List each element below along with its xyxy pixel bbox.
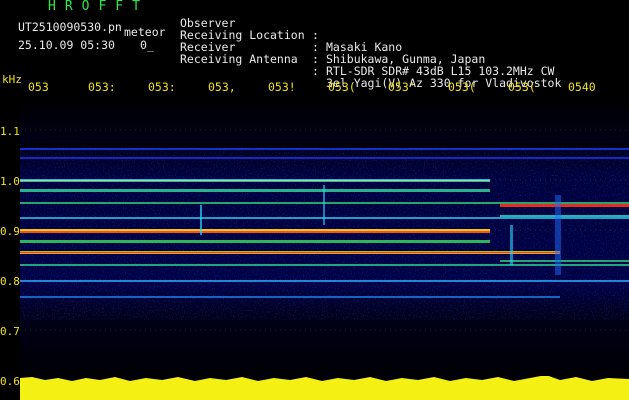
datetime-label: 25.10.09 05:30	[18, 38, 115, 52]
time-tick-label: 053(	[328, 80, 356, 94]
meteor-echo	[555, 195, 561, 275]
time-tick-label: 053,	[208, 80, 236, 94]
carrier-trace	[20, 231, 490, 233]
dark-band	[20, 143, 629, 147]
carrier-trace	[20, 148, 629, 150]
signal-strength-bar	[20, 375, 629, 400]
carrier-trace	[20, 252, 560, 253]
time-tick-label: 053(	[448, 80, 476, 94]
time-tick-label: 053!	[268, 80, 296, 94]
frequency-tick-label: 0.8	[0, 275, 20, 288]
meteor-echo	[200, 205, 202, 235]
meteor-echo	[510, 225, 513, 265]
filename-label: UT2510090530.pn	[18, 20, 122, 34]
time-tick-label: 0540	[568, 80, 596, 94]
noise-floor	[20, 150, 629, 320]
frequency-tick-label: 0.9	[0, 225, 20, 238]
carrier-trace	[500, 260, 629, 262]
frequency-tick-label: 1.0	[0, 175, 20, 188]
carrier-trace	[20, 280, 629, 282]
frequency-unit-label: kHz	[2, 73, 22, 86]
spectrogram-plot	[20, 95, 629, 400]
info-key: Receiving Antenna	[180, 52, 298, 66]
time-tick-label: 053(	[508, 80, 536, 94]
time-tick-label: 053	[28, 80, 49, 94]
counter-label: 0_	[140, 38, 154, 52]
carrier-trace	[20, 296, 560, 298]
carrier-trace	[20, 264, 629, 266]
frequency-tick-label: 1.1	[0, 125, 20, 138]
time-tick-label: 053:	[88, 80, 116, 94]
carrier-trace	[500, 204, 629, 207]
frequency-tick-label: 0.6	[0, 375, 20, 388]
hrofft-window: HROFFT UT2510090530.pn meteor 25.10.09 0…	[0, 0, 629, 400]
info-separator: :	[312, 64, 319, 78]
carrier-trace	[20, 180, 490, 181]
app-title: HROFFT	[48, 0, 149, 14]
frequency-tick-label: 0.7	[0, 325, 20, 338]
carrier-trace	[500, 215, 629, 217]
time-tick-label: 053:	[148, 80, 176, 94]
time-tick-label: 053'	[388, 80, 416, 94]
mode-label: meteor	[124, 25, 166, 39]
meteor-echo	[323, 185, 325, 225]
carrier-trace	[20, 240, 490, 243]
carrier-trace	[20, 189, 490, 192]
carrier-trace	[20, 157, 629, 159]
